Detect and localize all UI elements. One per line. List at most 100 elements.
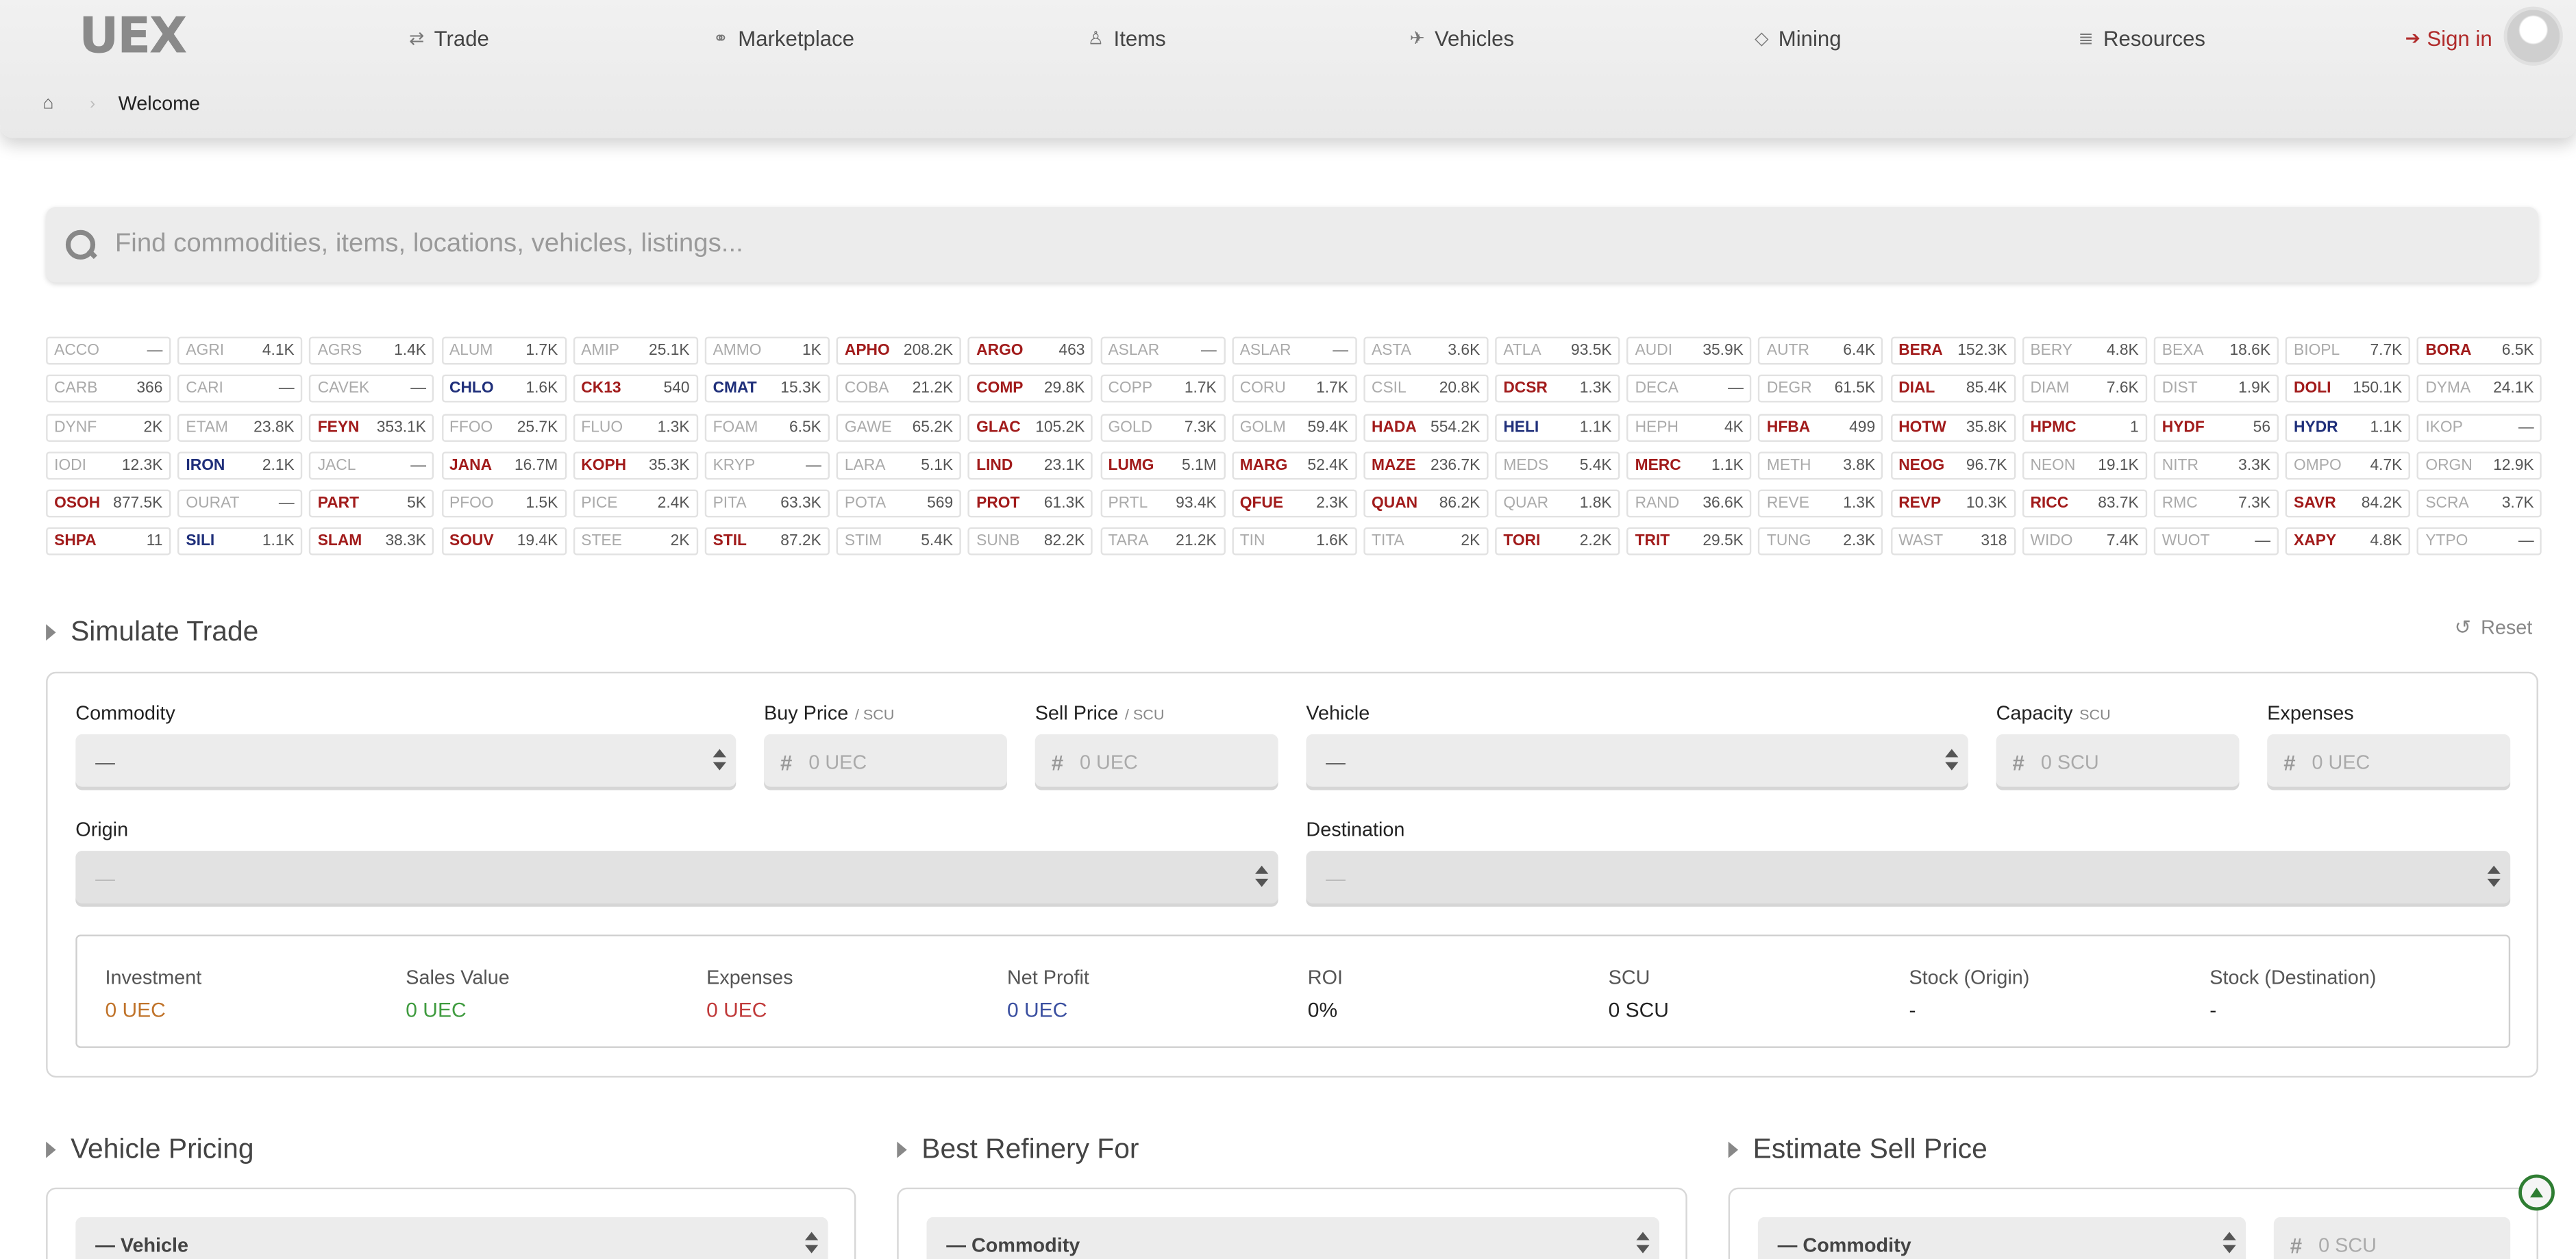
ticker-item[interactable]: HEPH 4K — [1626, 413, 1752, 442]
ticker-item[interactable]: GLAC 105.2K — [968, 413, 1093, 442]
ticker-item[interactable]: YTPO — — [2417, 527, 2542, 556]
ticker-item[interactable]: NEOG 96.7K — [1890, 451, 2016, 479]
ticker-item[interactable]: HPMC 1 — [2022, 413, 2147, 442]
ticker-item[interactable]: TITA 2K — [1363, 527, 1489, 556]
ticker-item[interactable]: LARA 5.1K — [836, 451, 962, 479]
ticker-item[interactable]: ASTA 3.6K — [1363, 336, 1489, 365]
ticker-item[interactable]: CARB 366 — [46, 375, 171, 403]
ticker-item[interactable]: IODI 12.3K — [46, 451, 171, 479]
ticker-item[interactable]: OSOH 877.5K — [46, 490, 171, 518]
ticker-item[interactable]: MEDS 5.4K — [1495, 451, 1620, 479]
ticker-item[interactable]: STEE 2K — [573, 527, 698, 556]
ticker-item[interactable]: HFBA 499 — [1758, 413, 1884, 442]
ticker-item[interactable]: IRON 2.1K — [177, 451, 303, 479]
ticker-item[interactable]: PROT 61.3K — [968, 490, 1093, 518]
ticker-item[interactable]: SLAM 38.3K — [309, 527, 434, 556]
vehicle-pricing-toggle[interactable]: Vehicle Pricing — [46, 1134, 254, 1167]
ticker-item[interactable]: CK13 540 — [573, 375, 698, 403]
ticker-item[interactable]: KOPH 35.3K — [573, 451, 698, 479]
ticker-item[interactable]: HELI 1.1K — [1495, 413, 1620, 442]
ticker-item[interactable]: DECA — — [1626, 375, 1752, 403]
ticker-item[interactable]: GAWE 65.2K — [836, 413, 962, 442]
ticker-item[interactable]: JANA 16.7M — [441, 451, 567, 479]
ticker-item[interactable]: GOLD 7.3K — [1100, 413, 1225, 442]
search-bar[interactable] — [46, 207, 2538, 283]
ticker-item[interactable]: GOLM 59.4K — [1231, 413, 1357, 442]
ticker-item[interactable]: DIAM 7.6K — [2022, 375, 2147, 403]
ticker-item[interactable]: DYMA 24.1K — [2417, 375, 2542, 403]
ticker-item[interactable]: OURAT — — [177, 490, 303, 518]
scroll-to-top-button[interactable] — [2518, 1174, 2555, 1211]
ticker-item[interactable]: DIST 1.9K — [2153, 375, 2279, 403]
ticker-item[interactable]: AMIP 25.1K — [573, 336, 698, 365]
avatar[interactable] — [2503, 6, 2563, 66]
ticker-item[interactable]: COMP 29.8K — [968, 375, 1093, 403]
ticker-item[interactable]: SHPA 11 — [46, 527, 171, 556]
ticker-item[interactable]: FEYN 353.1K — [309, 413, 434, 442]
ticker-item[interactable]: APHO 208.2K — [836, 336, 962, 365]
simulate-trade-toggle[interactable]: Simulate Trade — [46, 616, 258, 649]
ticker-item[interactable]: CSIL 20.8K — [1363, 375, 1489, 403]
commodity-select[interactable]: — — [75, 734, 736, 790]
ticker-item[interactable]: PFOO 1.5K — [441, 490, 567, 518]
ticker-item[interactable]: TIN 1.6K — [1231, 527, 1357, 556]
estimate-sell-select[interactable]: — Commodity — [1757, 1217, 2246, 1259]
ticker-item[interactable]: PART 5K — [309, 490, 434, 518]
estimate-scu-input[interactable]: # 0 SCU — [2273, 1217, 2511, 1259]
ticker-item[interactable]: SCRA 3.7K — [2417, 490, 2542, 518]
ticker-item[interactable]: SUNB 82.2K — [968, 527, 1093, 556]
ticker-item[interactable]: FLUO 1.3K — [573, 413, 698, 442]
ticker-item[interactable]: CHLO 1.6K — [441, 375, 567, 403]
ticker-item[interactable]: NEON 19.1K — [2022, 451, 2147, 479]
ticker-item[interactable]: MERC 1.1K — [1626, 451, 1752, 479]
ticker-item[interactable]: WUOT — — [2153, 527, 2279, 556]
ticker-item[interactable]: FOAM 6.5K — [704, 413, 830, 442]
sign-in-link[interactable]: ➔ Sign in — [2405, 0, 2492, 75]
ticker-item[interactable]: DEGR 61.5K — [1758, 375, 1884, 403]
ticker-item[interactable]: BIOPL 7.7K — [2286, 336, 2411, 365]
ticker-item[interactable]: ASLAR — — [1231, 336, 1357, 365]
ticker-item[interactable]: AUTR 6.4K — [1758, 336, 1884, 365]
ticker-item[interactable]: WAST 318 — [1890, 527, 2016, 556]
ticker-item[interactable]: SOUV 19.4K — [441, 527, 567, 556]
nav-vehicles[interactable]: ✈ Vehicles — [1409, 0, 1514, 75]
ticker-item[interactable]: HYDF 56 — [2153, 413, 2279, 442]
best-refinery-toggle[interactable]: Best Refinery For — [897, 1134, 1139, 1167]
ticker-item[interactable]: AUDI 35.9K — [1626, 336, 1752, 365]
reset-button[interactable]: ↺ Reset — [2455, 616, 2533, 639]
ticker-item[interactable]: REVE 1.3K — [1758, 490, 1884, 518]
ticker-item[interactable]: LIND 23.1K — [968, 451, 1093, 479]
buy-price-input[interactable]: # 0 UEC — [764, 734, 1007, 790]
ticker-item[interactable]: KRYP — — [704, 451, 830, 479]
ticker-item[interactable]: ASLAR — — [1100, 336, 1225, 365]
ticker-item[interactable]: FFOO 25.7K — [441, 413, 567, 442]
ticker-item[interactable]: OMPO 4.7K — [2286, 451, 2411, 479]
ticker-item[interactable]: AMMO 1K — [704, 336, 830, 365]
ticker-item[interactable]: STIL 87.2K — [704, 527, 830, 556]
ticker-item[interactable]: HYDR 1.1K — [2286, 413, 2411, 442]
ticker-item[interactable]: TUNG 2.3K — [1758, 527, 1884, 556]
ticker-item[interactable]: PICE 2.4K — [573, 490, 698, 518]
ticker-item[interactable]: CMAT 15.3K — [704, 375, 830, 403]
ticker-item[interactable]: LUMG 5.1M — [1100, 451, 1225, 479]
ticker-item[interactable]: BERY 4.8K — [2022, 336, 2147, 365]
ticker-item[interactable]: ARGO 463 — [968, 336, 1093, 365]
origin-select[interactable]: — — [75, 851, 1278, 907]
ticker-item[interactable]: IKOP — — [2417, 413, 2542, 442]
sell-price-input[interactable]: # 0 UEC — [1035, 734, 1278, 790]
ticker-item[interactable]: PRTL 93.4K — [1100, 490, 1225, 518]
ticker-item[interactable]: CARI — — [177, 375, 303, 403]
ticker-item[interactable]: METH 3.8K — [1758, 451, 1884, 479]
ticker-item[interactable]: MARG 52.4K — [1231, 451, 1357, 479]
ticker-item[interactable]: ORGN 12.9K — [2417, 451, 2542, 479]
ticker-item[interactable]: DOLI 150.1K — [2286, 375, 2411, 403]
ticker-item[interactable]: WIDO 7.4K — [2022, 527, 2147, 556]
ticker-item[interactable]: QUAN 86.2K — [1363, 490, 1489, 518]
ticker-item[interactable]: BEXA 18.6K — [2153, 336, 2279, 365]
nav-items[interactable]: ♙ Items — [1087, 0, 1165, 75]
vehicle-pricing-select[interactable]: — Vehicle — [75, 1217, 828, 1259]
vehicle-select[interactable]: — — [1306, 734, 1968, 790]
ticker-item[interactable]: SAVR 84.2K — [2286, 490, 2411, 518]
ticker-item[interactable]: CAVEK — — [309, 375, 434, 403]
ticker-item[interactable]: COBA 21.2K — [836, 375, 962, 403]
